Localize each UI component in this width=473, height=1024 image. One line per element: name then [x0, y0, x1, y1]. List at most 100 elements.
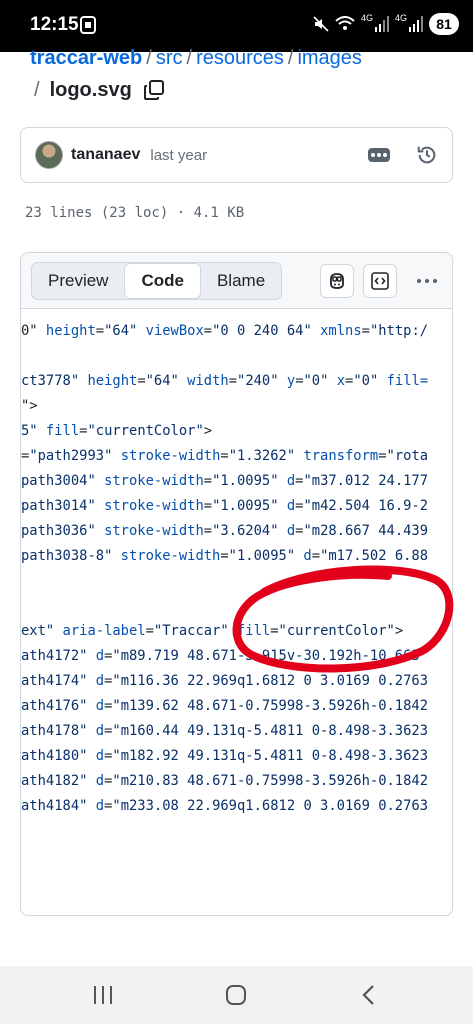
code-token: d: [87, 748, 105, 764]
copilot-icon: [330, 273, 344, 289]
code-token: >: [394, 623, 404, 639]
system-nav-bar: [0, 966, 473, 1024]
code-token: =: [203, 473, 213, 489]
tab-code[interactable]: Code: [124, 263, 201, 299]
code-line[interactable]: ath4176" d="m139.62 48.671-0.75998-3.592…: [21, 694, 428, 719]
code-token: >: [203, 423, 213, 439]
code-line[interactable]: ath4182" d="m210.83 48.671-0.75998-3.592…: [21, 769, 428, 794]
code-token: "m210.83 48.671-0.75998-3.5926h-0.1842: [112, 773, 429, 789]
wifi-icon: [335, 16, 355, 30]
code-token: d: [87, 673, 105, 689]
code-token: path3004": [21, 473, 96, 489]
code-token: =: [145, 623, 154, 639]
code-line[interactable]: 5" fill="currentColor">: [21, 419, 212, 444]
code-line[interactable]: ext" aria-label="Traccar" fill="currentC…: [21, 619, 403, 644]
code-line[interactable]: path3038-8" stroke-width="1.0095" d="m17…: [21, 544, 428, 569]
history-icon[interactable]: [416, 144, 438, 166]
code-token: width: [178, 373, 229, 389]
code-token: stroke-width: [95, 498, 204, 514]
code-line[interactable]: path3014" stroke-width="1.0095" d="m42.5…: [21, 494, 428, 519]
code-token: path3014": [21, 498, 96, 514]
signal-icon: [409, 16, 423, 32]
code-view[interactable]: 0" height="64" viewBox="0 0 240 64" xmln…: [21, 319, 452, 899]
screenshot-icon: [80, 16, 96, 34]
code-token: "m37.012 24.177: [303, 473, 429, 489]
code-token: "currentColor": [87, 423, 204, 439]
code-token: x: [328, 373, 346, 389]
code-token: ext": [21, 623, 55, 639]
code-token: "64": [145, 373, 179, 389]
code-token: aria-label: [54, 623, 146, 639]
copilot-button[interactable]: [320, 264, 354, 298]
code-token: ct3778": [21, 373, 80, 389]
code-line[interactable]: ath4178" d="m160.44 49.131q-5.4811 0-8.4…: [21, 719, 428, 744]
code-line[interactable]: path3004" stroke-width="1.0095" d="m37.0…: [21, 469, 428, 494]
code-token: "m89.719 48.671-3.915v-30.192h-10.663: [112, 648, 420, 664]
code-view-button[interactable]: [363, 264, 397, 298]
signal-icon: [374, 16, 389, 32]
copy-path-icon[interactable]: [142, 78, 166, 102]
code-line[interactable]: ct3778" height="64" width="240" y="0" x=…: [21, 369, 428, 394]
code-square-icon: [371, 272, 389, 290]
code-token: =: [203, 323, 213, 339]
code-line[interactable]: path3036" stroke-width="3.6204" d="m28.6…: [21, 519, 428, 544]
code-token: ath4178": [21, 723, 88, 739]
code-token: d: [278, 498, 296, 514]
code-token: 5": [21, 423, 38, 439]
code-panel: Preview Code Blame 0" height="64" viewBo: [20, 252, 453, 916]
code-line[interactable]: ath4184" d="m233.08 22.969q1.6812 0 3.01…: [21, 794, 428, 819]
code-token: "http:/: [369, 323, 429, 339]
code-token: y: [278, 373, 296, 389]
code-token: "m116.36 22.969q1.6812 0 3.0169 0.2763: [112, 673, 429, 689]
mute-icon: [313, 16, 329, 32]
code-line[interactable]: 0" height="64" viewBox="0 0 240 64" xmln…: [21, 319, 428, 344]
recent-apps-icon[interactable]: [88, 982, 118, 1008]
breadcrumb-repo-link[interactable]: traccar-web: [30, 47, 142, 69]
code-token: "m233.08 22.969q1.6812 0 3.0169 0.2763: [112, 798, 429, 814]
code-token: =: [378, 448, 387, 464]
code-token: "rota: [386, 448, 429, 464]
code-token: "m182.92 49.131q-5.4811 0-8.498-3.3623: [112, 748, 429, 764]
code-token: "64": [104, 323, 138, 339]
code-token: "240": [237, 373, 279, 389]
page-title: logo.svg: [49, 78, 132, 101]
code-line[interactable]: ath4172" d="m89.719 48.671-3.915v-30.192…: [21, 644, 420, 669]
status-time: 12:15: [30, 14, 79, 35]
code-line[interactable]: ">: [21, 394, 38, 419]
code-token: ath4180": [21, 748, 88, 764]
more-options-icon[interactable]: [416, 271, 438, 291]
code-token: "0 0 240 64": [212, 323, 312, 339]
code-token: "m42.504 16.9-2: [303, 498, 429, 514]
commit-author-link[interactable]: tananaev: [71, 146, 140, 164]
filename-row: / logo.svg: [34, 78, 166, 102]
code-token: =: [137, 373, 146, 389]
code-token: =: [361, 323, 370, 339]
code-line[interactable]: ath4180" d="m182.92 49.131q-5.4811 0-8.4…: [21, 744, 428, 769]
code-token: stroke-width: [112, 448, 221, 464]
avatar[interactable]: [35, 141, 63, 169]
code-token: 0": [21, 323, 38, 339]
code-line[interactable]: ="path2993" stroke-width="1.3262" transf…: [21, 444, 428, 469]
code-token: "1.0095": [228, 548, 296, 564]
commit-details-button[interactable]: [368, 148, 390, 162]
breadcrumb-separator: /: [287, 47, 294, 69]
back-icon[interactable]: [354, 982, 384, 1008]
code-token: =: [311, 548, 321, 564]
code-token: ath4174": [21, 673, 88, 689]
latest-commit-card: tananaev last year: [20, 127, 453, 183]
code-token: ath4182": [21, 773, 88, 789]
home-icon[interactable]: [221, 982, 251, 1008]
code-token: =: [228, 373, 238, 389]
code-token: "path2993": [29, 448, 113, 464]
code-token: path3038-8": [21, 548, 113, 564]
breadcrumb-resources-link[interactable]: resources: [196, 47, 284, 69]
breadcrumb-images-link[interactable]: images: [297, 47, 361, 69]
code-line[interactable]: ath4174" d="m116.36 22.969q1.6812 0 3.01…: [21, 669, 428, 694]
code-token: xmlns: [311, 323, 362, 339]
breadcrumb-src-link[interactable]: src: [156, 47, 183, 69]
tab-preview[interactable]: Preview: [32, 263, 124, 299]
tab-blame[interactable]: Blame: [201, 263, 281, 299]
code-token: "m139.62 48.671-0.75998-3.5926h-0.1842: [112, 698, 429, 714]
code-token: "m160.44 49.131q-5.4811 0-8.498-3.3623: [112, 723, 429, 739]
code-token: "0": [303, 373, 329, 389]
